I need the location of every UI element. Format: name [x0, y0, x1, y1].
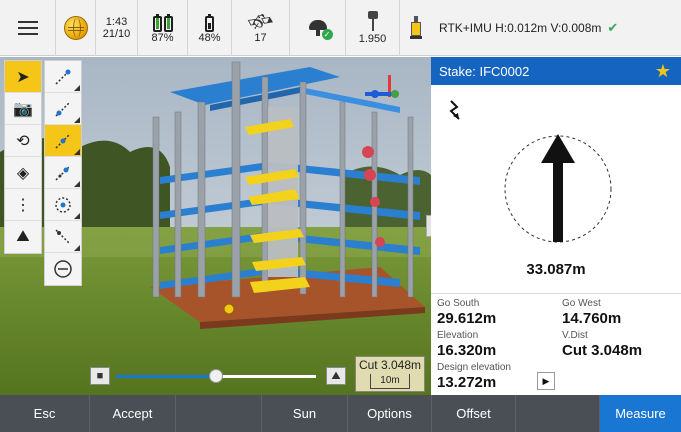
transparency-slider-fill	[116, 375, 216, 378]
battery-icon	[204, 12, 215, 32]
elevation-value: 16.320m	[437, 342, 497, 359]
controller-battery-status[interactable]: 87%	[138, 0, 188, 56]
job-globe-button[interactable]	[56, 0, 96, 56]
minus-circle-icon	[54, 260, 72, 278]
globe-icon	[63, 16, 88, 40]
rtk-precision-bar[interactable]: RTK+IMU H:0.012m V:0.008m ✔	[431, 0, 681, 56]
receiver-battery-text: 48%	[198, 32, 221, 44]
satellite-icon: 🛰	[243, 6, 277, 38]
go-west-label: Go West	[562, 298, 601, 309]
layers-icon: ◈	[16, 164, 30, 182]
trimble-access-stake-screen: 1:43 21/10 87% 48% 🛰 17 ✓ 1.950 RTK+IMU …	[0, 0, 681, 432]
cut-label: Cut 3.048m	[358, 358, 422, 372]
transparency-slider-row: ■ ⛰	[90, 364, 350, 388]
snap-end-icon	[55, 68, 71, 85]
camera-button[interactable]: 📷	[5, 93, 41, 125]
snap-center-button[interactable]	[45, 125, 81, 157]
favorite-star-icon[interactable]: ★	[655, 61, 671, 82]
gnss-receiver-status[interactable]: ✓	[290, 0, 346, 56]
time-text: 1:43	[105, 16, 128, 28]
esc-button[interactable]: Esc	[0, 395, 90, 432]
navigation-display: 33.087m	[431, 85, 681, 292]
range-pole-icon	[367, 11, 378, 33]
navigation-graphic	[449, 100, 612, 243]
offset-button[interactable]: Offset	[432, 395, 516, 432]
snapshot-button[interactable]: ⟲	[5, 125, 41, 157]
hamburger-menu-button[interactable]	[0, 0, 56, 56]
north-arrow-icon	[449, 100, 460, 120]
battery-icon	[152, 12, 174, 32]
elevation-label: Elevation	[437, 330, 479, 341]
snap-mid-button[interactable]	[45, 93, 81, 125]
snap-perpendicular-button[interactable]	[45, 221, 81, 253]
stake-header: Stake: IFC0002 ★	[431, 57, 681, 85]
softkey-bar: Esc Accept Sun Options Offset Measure	[0, 395, 681, 432]
cursor-arrow-icon: ➤	[16, 68, 30, 86]
map-user-icon: ⛰	[16, 228, 30, 245]
antenna-height-status[interactable]: 1.950	[346, 0, 400, 56]
snap-toolbar	[44, 60, 82, 286]
design-elevation-label: Design elevation	[437, 362, 511, 373]
vdist-label: V.Dist	[562, 330, 588, 341]
more-options-button[interactable]: ⋮	[5, 189, 41, 221]
more-values-button[interactable]: ▶	[537, 372, 555, 390]
video-camera-icon[interactable]: ■	[90, 367, 110, 385]
hamburger-menu-icon	[17, 19, 38, 37]
camera-rotate-icon: ⟲	[16, 132, 30, 150]
go-south-label: Go South	[437, 298, 480, 309]
time-date-display: 1:43 21/10	[96, 0, 138, 56]
rtk-precision-text: RTK+IMU H:0.012m V:0.008m	[439, 20, 602, 35]
softkey-empty-1[interactable]	[176, 395, 262, 432]
snap-perpendicular-icon	[55, 228, 71, 245]
go-south-value: 29.612m	[437, 310, 497, 327]
instrument-status[interactable]	[400, 0, 431, 56]
vdist-value: Cut 3.048m	[562, 342, 643, 359]
camera-icon: 📷	[13, 100, 33, 118]
snap-arc-button[interactable]	[45, 189, 81, 221]
snap-intersection-button[interactable]	[45, 157, 81, 189]
sun-button[interactable]: Sun	[262, 395, 348, 432]
select-tool-button[interactable]: ➤	[5, 61, 41, 93]
distance-to-target: 33.087m	[526, 261, 586, 278]
snap-mid-icon	[55, 100, 71, 117]
snap-off-button[interactable]	[45, 253, 81, 285]
snap-intersection-icon	[55, 164, 71, 181]
go-west-value: 14.760m	[562, 310, 622, 327]
map-toolbar: ➤ 📷 ⟲ ◈ ⋮ ⛰	[4, 60, 42, 254]
more-vertical-icon: ⋮	[15, 196, 31, 214]
satellites-status[interactable]: 🛰 17	[232, 0, 290, 56]
scale-bar: 10m	[370, 374, 410, 389]
check-icon: ✔	[607, 19, 619, 35]
date-text: 21/10	[102, 28, 131, 40]
snap-end-button[interactable]	[45, 61, 81, 93]
snap-center-icon	[55, 132, 71, 149]
measure-button[interactable]: Measure	[600, 395, 681, 432]
model-view-icon[interactable]: ⛰	[326, 367, 346, 385]
transparency-slider-thumb[interactable]	[209, 369, 223, 383]
options-button[interactable]: Options	[348, 395, 432, 432]
controller-battery-text: 87%	[151, 32, 174, 44]
receiver-battery-status[interactable]: 48%	[188, 0, 232, 56]
antenna-height-text: 1.950	[358, 33, 387, 45]
gnss-receiver-icon: ✓	[307, 18, 333, 40]
cut-fill-overlay: Cut 3.048m 10m	[355, 356, 425, 392]
accept-button[interactable]: Accept	[90, 395, 176, 432]
design-elevation-value: 13.272m	[437, 374, 497, 391]
stake-target-marker	[223, 303, 235, 315]
direction-arrow-icon	[541, 134, 575, 242]
softkey-empty-2[interactable]	[516, 395, 600, 432]
layers-button[interactable]: ◈	[5, 157, 41, 189]
snap-arc-icon	[55, 196, 71, 213]
status-bar: 1:43 21/10 87% 48% 🛰 17 ✓ 1.950	[0, 0, 431, 56]
map-view-button[interactable]: ⛰	[5, 221, 41, 253]
stake-values-panel: Go South 29.612m Go West 14.760m Elevati…	[431, 293, 681, 394]
stake-title: Stake: IFC0002	[439, 63, 530, 79]
instrument-icon	[409, 16, 422, 40]
